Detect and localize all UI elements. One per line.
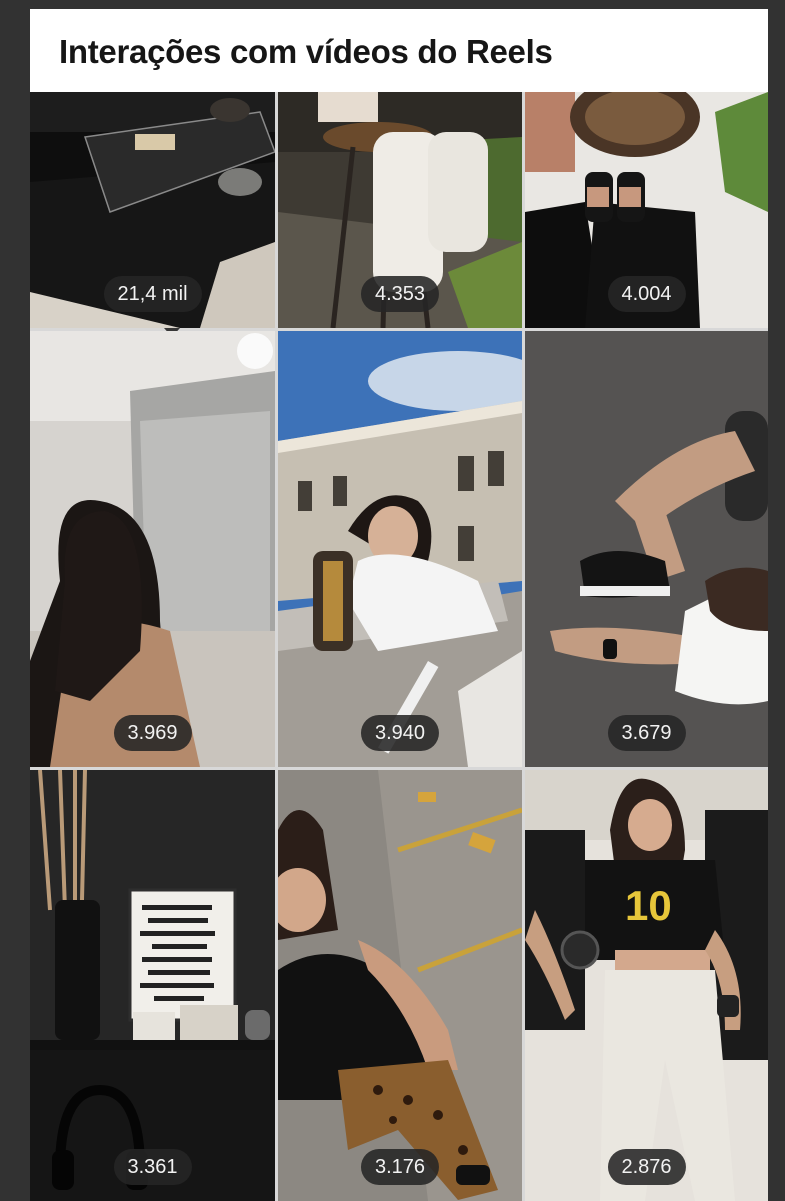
reel-thumbnail	[30, 770, 275, 1201]
interaction-count-badge: 4.004	[607, 276, 686, 312]
reel-tile[interactable]: 3.361	[30, 770, 275, 1201]
reel-tile[interactable]: 21,4 mil	[30, 92, 275, 328]
reels-grid: 21,4 mil 4.353 4.004 3.969 3.940 3.679 3…	[30, 92, 768, 1201]
reel-tile[interactable]: 3.940	[278, 331, 522, 767]
interaction-count-badge: 3.679	[607, 715, 686, 751]
reel-tile[interactable]: 4.353	[278, 92, 522, 328]
card-header: Interações com vídeos do Reels	[30, 9, 768, 92]
interaction-count-badge: 4.353	[360, 276, 440, 312]
reels-interactions-card: Interações com vídeos do Reels 21,4 mil	[30, 9, 768, 1201]
reel-thumbnail	[278, 770, 522, 1201]
page-title: Interações com vídeos do Reels	[59, 33, 553, 70]
reel-tile[interactable]: 3.679	[525, 331, 768, 767]
reel-thumbnail: 10	[525, 770, 768, 1201]
interaction-count-badge: 2.876	[607, 1149, 686, 1185]
reel-tile[interactable]: 10 2.876	[525, 770, 768, 1201]
reel-thumbnail	[525, 331, 768, 767]
interaction-count-badge: 21,4 mil	[103, 276, 202, 312]
reel-thumbnail	[278, 331, 522, 767]
reel-tile[interactable]: 4.004	[525, 92, 768, 328]
svg-text:10: 10	[625, 882, 672, 929]
interaction-count-badge: 3.361	[113, 1149, 192, 1185]
interaction-count-badge: 3.176	[360, 1149, 440, 1185]
interaction-count-badge: 3.969	[113, 715, 192, 751]
reel-tile[interactable]: 3.969	[30, 331, 275, 767]
reel-tile[interactable]: 3.176	[278, 770, 522, 1201]
interaction-count-badge: 3.940	[360, 715, 440, 751]
reel-thumbnail	[30, 331, 275, 767]
